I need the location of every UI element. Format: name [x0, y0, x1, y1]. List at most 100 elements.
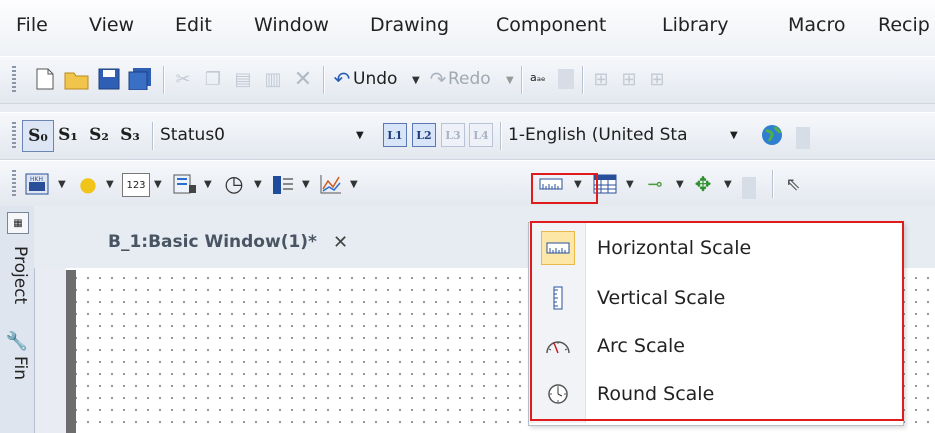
- layer-1-button[interactable]: L1: [383, 123, 407, 147]
- menu-file[interactable]: File: [16, 14, 48, 36]
- clock-icon[interactable]: ◷: [221, 171, 247, 197]
- vertical-scale-icon: [541, 281, 575, 315]
- chevron-down-icon[interactable]: ▼: [724, 179, 732, 190]
- align-left-icon[interactable]: ⊞: [590, 67, 612, 91]
- state-2-label: S₂: [89, 125, 109, 145]
- document-tab[interactable]: B_1:Basic Window(1)* ✕: [94, 218, 362, 266]
- lamp-icon[interactable]: ●: [76, 171, 100, 197]
- move-icon[interactable]: ✥: [690, 171, 716, 197]
- separator: [323, 66, 324, 94]
- separator: [500, 122, 501, 150]
- undo-button[interactable]: Undo: [353, 69, 397, 89]
- horizontal-scale-icon: [541, 231, 575, 265]
- bar-graph-icon[interactable]: [270, 171, 296, 197]
- wrench-icon: 🔧: [5, 330, 29, 352]
- align-right-icon[interactable]: ⊞: [646, 67, 668, 91]
- redo-dropdown-arrow[interactable]: ▼: [506, 75, 514, 86]
- pointer-icon[interactable]: ⇖: [782, 171, 804, 197]
- svg-text:HKH: HKH: [30, 176, 43, 183]
- state-3-button[interactable]: S₃: [115, 120, 145, 150]
- layer-3-label: L3: [445, 128, 461, 142]
- close-icon[interactable]: ✕: [333, 232, 348, 253]
- left-sidebar: ▦ Project 🔧 Fin: [0, 206, 35, 433]
- menu-edit[interactable]: Edit: [175, 14, 212, 36]
- standard-toolbar: ✂ ❐ ▤ ▥ ✕ ↶ Undo ▼ ↷ Redo ▼ aₐₑ ⊞ ⊞ ⊞: [0, 56, 935, 104]
- canvas-border: [66, 270, 76, 433]
- state-3-label: S₃: [120, 125, 140, 145]
- paste-icon[interactable]: ▤: [232, 67, 254, 91]
- menu-item-vertical-scale[interactable]: Vertical Scale: [529, 275, 901, 321]
- chevron-down-icon[interactable]: ▼: [676, 179, 684, 190]
- scale-button-highlight: [531, 173, 598, 204]
- menu-view[interactable]: View: [89, 14, 134, 36]
- layer-2-button[interactable]: L2: [412, 123, 436, 147]
- project-tab[interactable]: Project: [4, 246, 30, 304]
- chevron-down-icon[interactable]: ▼: [254, 179, 262, 190]
- chevron-down-icon[interactable]: ▼: [204, 179, 212, 190]
- language-select[interactable]: 1-English (United Sta ▼: [508, 122, 748, 148]
- save-all-icon[interactable]: [127, 67, 153, 91]
- separator: [152, 122, 153, 150]
- hmi-object-icon[interactable]: HKH: [24, 171, 50, 197]
- undo-dropdown-arrow[interactable]: ▼: [412, 75, 420, 86]
- layer-4-button[interactable]: L4: [469, 123, 493, 147]
- menu-component[interactable]: Component: [496, 14, 606, 36]
- menu-window[interactable]: Window: [254, 14, 329, 36]
- separator: [772, 170, 773, 198]
- menu-item-label: Arc Scale: [597, 335, 685, 357]
- chevron-down-icon[interactable]: ▼: [58, 179, 66, 190]
- menu-item-arc-scale[interactable]: Arc Scale: [529, 323, 901, 369]
- separator: [163, 66, 164, 94]
- chevron-down-icon[interactable]: ▼: [106, 179, 114, 190]
- language-select-value: 1-English (United Sta: [508, 125, 688, 145]
- menu-item-horizontal-scale[interactable]: Horizontal Scale: [529, 225, 901, 271]
- numeric-icon[interactable]: 123: [122, 173, 150, 197]
- text-format-icon[interactable]: aₐₑ: [530, 71, 546, 84]
- state-1-label: S₁: [58, 125, 78, 145]
- toolbar-overflow-icon[interactable]: [796, 127, 810, 149]
- paste-special-icon[interactable]: ▥: [262, 67, 284, 91]
- state-0-button[interactable]: S₀: [22, 120, 54, 152]
- open-folder-icon[interactable]: [64, 67, 90, 91]
- menu-item-label: Horizontal Scale: [597, 237, 752, 259]
- menu-item-round-scale[interactable]: Round Scale: [529, 371, 901, 417]
- find-tab[interactable]: Fin: [4, 356, 30, 380]
- chevron-down-icon[interactable]: ▼: [626, 179, 634, 190]
- globe-icon[interactable]: [760, 123, 784, 147]
- undo-icon[interactable]: ↶: [332, 67, 352, 91]
- copy-icon[interactable]: ❐: [202, 67, 224, 91]
- menu-item-label: Vertical Scale: [597, 287, 726, 309]
- menu-recipe[interactable]: Recip: [878, 14, 930, 36]
- font-color-icon[interactable]: [558, 69, 574, 89]
- chevron-down-icon[interactable]: ▼: [302, 179, 310, 190]
- text-display-icon[interactable]: [172, 171, 198, 197]
- status-select[interactable]: Status0 ▼: [160, 122, 370, 148]
- toolbar-overflow-icon[interactable]: [742, 177, 756, 199]
- state-1-button[interactable]: S₁: [53, 120, 83, 150]
- menu-library[interactable]: Library: [662, 14, 728, 36]
- project-pin-icon[interactable]: ▦: [7, 212, 29, 234]
- state-toolbar: S₀ S₁ S₂ S₃ Status0 ▼ L1 L2 L3 L4 1-Engl…: [0, 112, 935, 160]
- round-scale-icon: [541, 377, 575, 411]
- trend-graph-icon[interactable]: [318, 171, 344, 197]
- save-icon[interactable]: [97, 67, 121, 91]
- align-center-icon[interactable]: ⊞: [618, 67, 640, 91]
- toolbar-grip[interactable]: [12, 66, 16, 94]
- redo-button[interactable]: Redo: [448, 69, 491, 89]
- menu-drawing[interactable]: Drawing: [370, 14, 449, 36]
- slider-icon[interactable]: ⊸: [642, 171, 668, 197]
- chevron-down-icon[interactable]: ▼: [154, 179, 162, 190]
- layer-1-label: L1: [387, 128, 403, 142]
- redo-icon[interactable]: ↷: [428, 67, 448, 91]
- toolbar-grip[interactable]: [12, 122, 16, 150]
- layer-3-button[interactable]: L3: [441, 123, 465, 147]
- new-file-icon[interactable]: [34, 67, 56, 91]
- toolbar-grip[interactable]: [12, 170, 16, 198]
- menu-bar: File View Edit Window Drawing Component …: [0, 0, 935, 56]
- state-0-label: S₀: [28, 126, 48, 146]
- state-2-button[interactable]: S₂: [84, 120, 114, 150]
- delete-icon[interactable]: ✕: [292, 67, 314, 92]
- menu-macro[interactable]: Macro: [788, 14, 846, 36]
- cut-icon[interactable]: ✂: [172, 67, 194, 91]
- chevron-down-icon[interactable]: ▼: [350, 179, 358, 190]
